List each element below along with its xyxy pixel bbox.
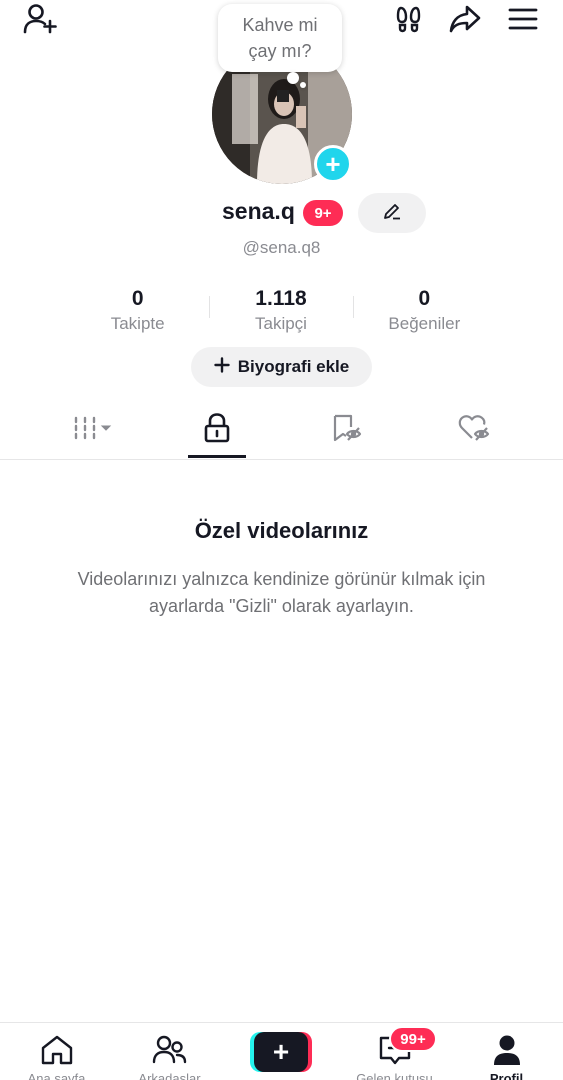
add-bio-button[interactable]: Biyografi ekle [191, 347, 372, 387]
stat-following-value: 0 [131, 287, 144, 310]
username: sena.q [222, 198, 295, 224]
create-icon: + [254, 1032, 308, 1072]
add-friend-icon[interactable] [20, 2, 60, 36]
bubble-line-2: çay mı? [248, 41, 312, 61]
friends-icon [152, 1033, 188, 1067]
add-bio-label: Biyografi ekle [237, 357, 350, 376]
stat-followers-label: Takipçi [255, 314, 307, 333]
bookmark-hidden-icon [331, 413, 363, 448]
tab-videos[interactable] [32, 400, 152, 460]
footprints-icon[interactable] [392, 2, 426, 36]
tab-liked[interactable] [415, 400, 535, 460]
stat-following[interactable]: 0 Takipte [66, 286, 209, 338]
stat-likes[interactable]: 0 Beğeniler [353, 286, 496, 338]
empty-state-description: Videolarınızı yalnızca kendinize görünür… [77, 569, 486, 616]
inbox-badge: 99+ [389, 1026, 437, 1052]
bottom-nav: Ana sayfa Arkadaşlar + Gelen kutusu Prof… [0, 1022, 563, 1080]
stat-divider [209, 296, 210, 318]
bubble-tail-dot [287, 72, 299, 84]
menu-icon[interactable] [506, 4, 540, 34]
home-icon [40, 1033, 74, 1067]
add-avatar-button[interactable]: + [314, 145, 352, 183]
stat-following-label: Takipte [110, 314, 165, 333]
stats-row: 0 Takipte 1.118 Takipçi 0 Beğeniler [66, 286, 496, 338]
share-icon[interactable] [446, 2, 484, 36]
nav-profile-label: Profil [489, 1071, 524, 1080]
tab-saved[interactable] [287, 400, 407, 460]
nav-friends[interactable]: Arkadaşlar [113, 1023, 226, 1080]
plus-icon [214, 356, 230, 378]
tab-private[interactable] [157, 400, 277, 460]
bubble-tail-dot-small [300, 82, 306, 88]
pencil-icon [382, 201, 402, 226]
videos-grid-icon [72, 415, 112, 446]
profile-tabs [0, 400, 563, 460]
nav-home-label: Ana sayfa [27, 1071, 86, 1080]
stat-likes-value: 0 [418, 287, 431, 310]
nav-friends-label: Arkadaşlar [138, 1071, 201, 1080]
liked-hidden-icon [458, 413, 492, 448]
bubble-line-1: Kahve mi [242, 15, 318, 35]
empty-state-title: Özel videolarınız [194, 518, 369, 543]
nav-inbox-label: Gelen kutusu [356, 1071, 433, 1080]
stat-followers[interactable]: 1.118 Takipçi [209, 286, 352, 338]
stat-divider [353, 296, 354, 318]
lock-icon [203, 412, 231, 449]
edit-profile-button[interactable] [358, 193, 426, 233]
nav-home[interactable]: Ana sayfa [0, 1023, 113, 1080]
nav-profile[interactable]: Profil [450, 1023, 563, 1080]
create-button[interactable]: + [250, 1032, 312, 1072]
user-handle: @sena.q8 [242, 238, 321, 257]
stat-followers-value: 1.118 [255, 287, 307, 310]
active-tab-indicator [188, 455, 246, 458]
profile-icon [492, 1033, 522, 1067]
notification-badge[interactable]: 9+ [303, 200, 343, 226]
status-bubble[interactable]: Kahve mi çay mı? [218, 4, 342, 72]
stat-likes-label: Beğeniler [388, 314, 461, 333]
